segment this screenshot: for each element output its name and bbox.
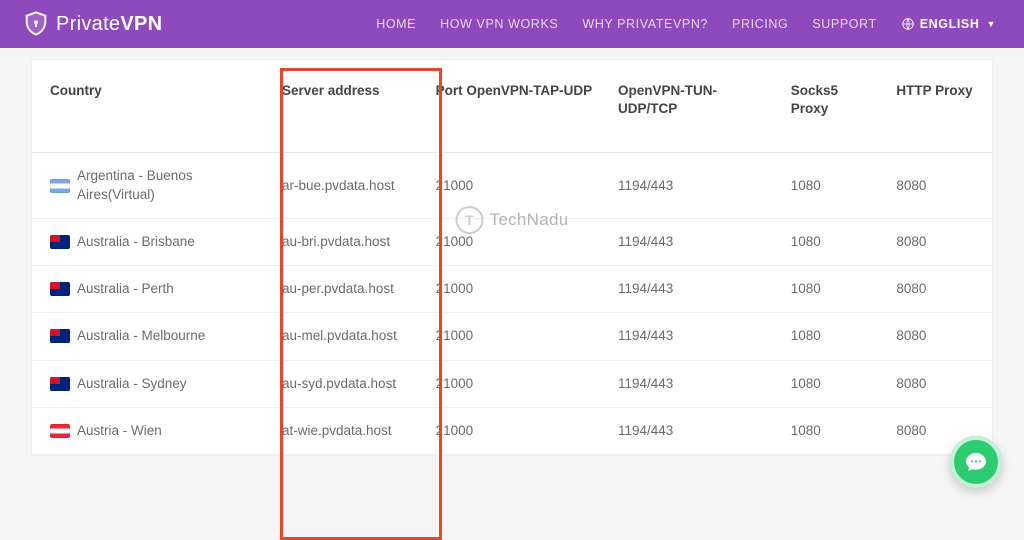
flag-icon <box>50 235 70 249</box>
nav-pricing[interactable]: PRICING <box>732 17 788 31</box>
col-tap: Port OpenVPN-TAP-UDP <box>426 60 608 153</box>
port-tap: 21000 <box>426 360 608 407</box>
port-tap: 21000 <box>426 153 608 218</box>
table-row: Australia - Perth au-per.pvdata.host 210… <box>32 266 992 313</box>
port-tap: 21000 <box>426 313 608 360</box>
table-row: Australia - Melbourne au-mel.pvdata.host… <box>32 313 992 360</box>
nav-home[interactable]: HOME <box>376 17 416 31</box>
port-tun: 1194/443 <box>608 313 781 360</box>
brand-name: PrivateVPN <box>56 13 162 36</box>
site-header: PrivateVPN HOME HOW VPN WORKS WHY PRIVAT… <box>0 0 1024 48</box>
server-address: au-per.pvdata.host <box>272 266 426 313</box>
country-name: Australia - Sydney <box>77 375 187 393</box>
server-address: ar-bue.pvdata.host <box>272 153 426 218</box>
flag-icon <box>50 424 70 438</box>
flag-icon <box>50 282 70 296</box>
col-tun: OpenVPN-TUN-UDP/TCP <box>608 60 781 153</box>
http-proxy: 8080 <box>886 360 992 407</box>
chat-icon <box>964 450 988 474</box>
nav-why[interactable]: WHY PRIVATEVPN? <box>582 17 708 31</box>
col-server: Server address <box>272 60 426 153</box>
col-socks: Socks5 Proxy <box>781 60 887 153</box>
nav-support[interactable]: SUPPORT <box>812 17 876 31</box>
port-tun: 1194/443 <box>608 360 781 407</box>
globe-icon <box>901 17 915 31</box>
port-tap: 21000 <box>426 266 608 313</box>
table-header-row: Country Server address Port OpenVPN-TAP-… <box>32 60 992 153</box>
server-table: Country Server address Port OpenVPN-TAP-… <box>32 60 992 455</box>
port-tap: 21000 <box>426 407 608 454</box>
flag-icon <box>50 329 70 343</box>
port-tun: 1194/443 <box>608 218 781 265</box>
primary-nav: HOME HOW VPN WORKS WHY PRIVATEVPN? PRICI… <box>376 17 996 31</box>
col-http: HTTP Proxy <box>886 60 992 153</box>
country-name: Austria - Wien <box>77 422 162 440</box>
table-row: Australia - Brisbane au-bri.pvdata.host … <box>32 218 992 265</box>
port-tap: 21000 <box>426 218 608 265</box>
country-name: Australia - Melbourne <box>77 327 205 345</box>
http-proxy: 8080 <box>886 218 992 265</box>
port-tun: 1194/443 <box>608 266 781 313</box>
socks-proxy: 1080 <box>781 218 887 265</box>
server-table-card: Country Server address Port OpenVPN-TAP-… <box>32 60 992 455</box>
country-name: Australia - Brisbane <box>77 233 195 251</box>
flag-icon <box>50 377 70 391</box>
table-row: Argentina - Buenos Aires(Virtual) ar-bue… <box>32 153 992 218</box>
flag-icon <box>50 179 70 193</box>
server-address: au-bri.pvdata.host <box>272 218 426 265</box>
socks-proxy: 1080 <box>781 313 887 360</box>
server-address: at-wie.pvdata.host <box>272 407 426 454</box>
chevron-down-icon: ▼ <box>986 19 996 29</box>
language-selector[interactable]: ENGLISH ▼ <box>901 17 996 31</box>
http-proxy: 8080 <box>886 313 992 360</box>
col-country: Country <box>32 60 272 153</box>
port-tun: 1194/443 <box>608 407 781 454</box>
server-address: au-syd.pvdata.host <box>272 360 426 407</box>
country-name: Argentina - Buenos Aires(Virtual) <box>77 167 262 203</box>
http-proxy: 8080 <box>886 153 992 218</box>
language-label: ENGLISH <box>920 17 980 31</box>
server-address: au-mel.pvdata.host <box>272 313 426 360</box>
socks-proxy: 1080 <box>781 360 887 407</box>
table-row: Australia - Sydney au-syd.pvdata.host 21… <box>32 360 992 407</box>
country-name: Australia - Perth <box>77 280 174 298</box>
nav-how-vpn-works[interactable]: HOW VPN WORKS <box>440 17 558 31</box>
port-tun: 1194/443 <box>608 153 781 218</box>
shield-icon <box>22 10 50 38</box>
socks-proxy: 1080 <box>781 407 887 454</box>
table-row: Austria - Wien at-wie.pvdata.host 21000 … <box>32 407 992 454</box>
brand-logo[interactable]: PrivateVPN <box>22 10 162 38</box>
socks-proxy: 1080 <box>781 153 887 218</box>
socks-proxy: 1080 <box>781 266 887 313</box>
chat-button[interactable] <box>950 436 1002 488</box>
http-proxy: 8080 <box>886 266 992 313</box>
